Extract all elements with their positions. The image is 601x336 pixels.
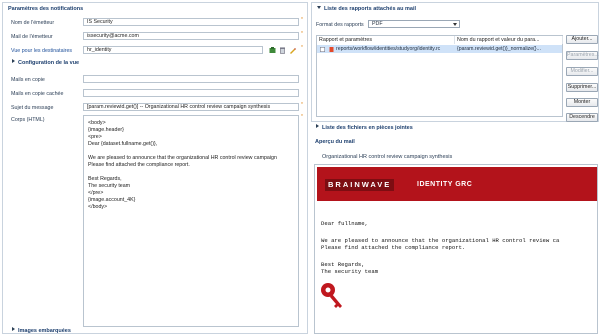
collapse-arrow-icon	[317, 6, 321, 9]
subject-field[interactable]: [param.reviewid.get()] -- Organizational…	[83, 103, 299, 111]
required-marker: *	[301, 45, 303, 51]
expand-arrow-icon	[316, 124, 319, 128]
move-down-button[interactable]: Descendre	[566, 113, 598, 122]
preview-subject: Organizational HR control review campaig…	[322, 154, 453, 160]
embedded-images-toggle[interactable]: Images embarquées	[9, 327, 71, 335]
delete-icon[interactable]	[279, 47, 286, 54]
body-label: Corps (HTML)	[11, 117, 45, 123]
add-report-button[interactable]: Ajouter...	[566, 35, 598, 44]
move-up-button[interactable]: Monter	[566, 98, 598, 107]
report-path: reports/workflow/identities/studyorg/ide…	[336, 46, 441, 52]
edit-icon[interactable]	[289, 47, 296, 54]
sender-mail-field[interactable]: issecurity@acme.com	[83, 32, 299, 40]
recipients-view-field[interactable]: hr_identity	[83, 46, 263, 54]
bcc-label: Mails en copie cachée	[11, 91, 64, 97]
reports-panel: Liste des rapports attachés au mail Form…	[311, 2, 599, 122]
sender-name-label: Nom de l'émetteur	[11, 20, 55, 26]
sender-mail-label: Mail de l'émetteur	[11, 34, 53, 40]
reports-table: Rapport et paramètres Nom du rapport et …	[316, 35, 563, 117]
view-browse-icon[interactable]	[269, 47, 276, 54]
collapse-arrow-icon	[12, 59, 15, 63]
notification-settings-panel: Paramètres des notifications Nom de l'ém…	[2, 2, 308, 334]
mail-preview: BRAINWAVE IDENTITY GRC Dear fullname, We…	[314, 164, 598, 334]
report-params-button[interactable]: Paramètres...	[566, 51, 599, 60]
report-file-icon	[329, 47, 334, 52]
mail-team: The security team	[321, 268, 379, 275]
brand-logo: BRAINWAVE	[325, 179, 395, 191]
column-header-name[interactable]: Nom du rapport et valeur du para...	[455, 36, 563, 44]
preview-title: Aperçu du mail	[315, 139, 355, 145]
report-name-value: {param.reviewid.get()}_normalize(}...	[457, 46, 541, 52]
report-format-select[interactable]: PDF	[368, 20, 460, 28]
subject-label: Sujet du message	[11, 105, 54, 111]
cc-label: Mails en copie	[11, 77, 45, 83]
embedded-images-title: Images embarquées	[18, 328, 71, 334]
brand-name: BRAINWAVE	[328, 180, 392, 189]
body-html-editor[interactable]: <body> {image.header} <pre> Dear {datase…	[83, 115, 299, 327]
required-marker: *	[301, 102, 303, 108]
mail-line-1: We are pleased to announce that the orga…	[321, 237, 560, 244]
sender-name-field[interactable]: IS Security	[83, 18, 299, 26]
modify-report-button[interactable]: Modifier...	[566, 67, 598, 76]
attachments-title: Liste des fichiers en pièces jointes	[322, 125, 413, 131]
required-marker: *	[301, 17, 303, 23]
notification-settings-title: Paramètres des notifications	[8, 6, 84, 12]
cc-field[interactable]	[83, 75, 299, 83]
delete-report-button[interactable]: Supprimer...	[566, 83, 598, 92]
reports-toggle[interactable]: Liste des rapports attachés au mail	[314, 5, 416, 13]
view-config-title: Configuration de la vue	[18, 60, 80, 66]
reports-title: Liste des rapports attachés au mail	[324, 6, 417, 12]
chevron-down-icon	[453, 23, 457, 26]
key-icon	[321, 283, 342, 308]
required-marker: *	[301, 31, 303, 37]
bcc-field[interactable]	[83, 89, 299, 97]
report-format-value: PDF	[372, 21, 383, 27]
mail-greeting: Dear fullname,	[321, 220, 368, 227]
product-name: IDENTITY GRC	[417, 181, 473, 188]
mail-line-2: Please find attached the compliance repo…	[321, 244, 466, 251]
checkbox-icon[interactable]	[320, 47, 325, 52]
recipients-view-label[interactable]: Vue pour les destinataires	[11, 48, 72, 54]
report-format-label: Format des rapports	[316, 22, 364, 28]
mail-header-banner: BRAINWAVE IDENTITY GRC	[317, 167, 597, 201]
view-config-toggle[interactable]: Configuration de la vue	[9, 59, 79, 67]
column-header-report[interactable]: Rapport et paramètres	[317, 36, 455, 44]
table-row[interactable]: reports/workflow/identities/studyorg/ide…	[317, 45, 562, 53]
expand-arrow-icon	[12, 327, 15, 331]
required-marker: *	[301, 114, 303, 120]
mail-regards: Best Regards,	[321, 261, 365, 268]
attachments-toggle[interactable]: Liste des fichiers en pièces jointes	[313, 124, 413, 132]
